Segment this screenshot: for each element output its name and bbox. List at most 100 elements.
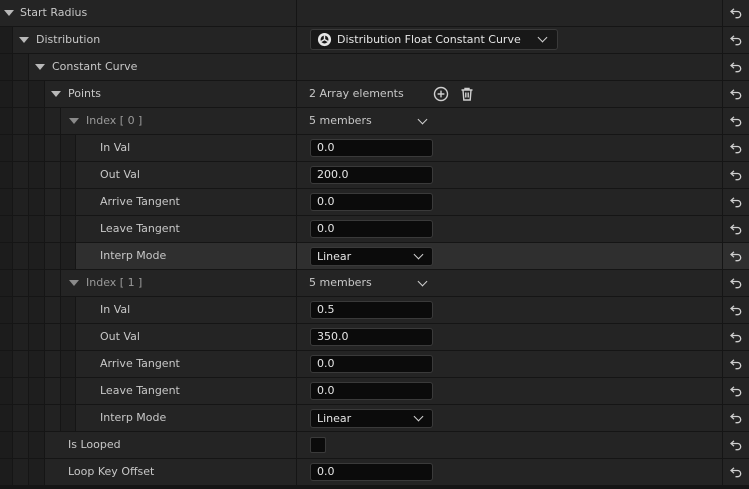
dropdown-value: Linear (317, 412, 352, 425)
indent-guide (13, 351, 28, 377)
property-value-cell: 0.0 (297, 351, 722, 377)
property-name-cell: Start Radius (0, 0, 296, 26)
expand-arrow-icon[interactable] (69, 118, 79, 124)
number-input[interactable]: 0.0 (310, 382, 433, 400)
indent-guide (13, 270, 28, 296)
add-element-icon[interactable] (433, 86, 449, 102)
distribution-class-dropdown[interactable]: Distribution Float Constant Curve (310, 29, 558, 50)
indent-guide (0, 459, 12, 485)
indent-guide (0, 81, 12, 107)
property-row-index-0-in-val[interactable]: In Val 0.0 (0, 135, 749, 161)
property-value-cell: 2 Array elements (297, 81, 722, 107)
indent-guide (0, 324, 12, 350)
property-row-index-0-interp-mode[interactable]: Interp Mode Linear (0, 243, 749, 269)
indent-guide (0, 108, 12, 134)
chevron-down-icon (413, 249, 424, 260)
indent-guide (61, 135, 75, 161)
reset-to-default-icon[interactable] (723, 459, 749, 485)
property-row-constant-curve[interactable]: Constant Curve (0, 54, 749, 80)
property-row-start-radius[interactable]: Start Radius (0, 0, 749, 26)
property-row-is-looped[interactable]: Is Looped (0, 432, 749, 458)
property-label: Interp Mode (100, 411, 167, 424)
reset-to-default-icon[interactable] (723, 243, 749, 269)
indent-guide (29, 162, 44, 188)
indent-guide (45, 135, 60, 161)
property-value-cell (297, 432, 722, 458)
property-value-cell: Linear (297, 243, 722, 269)
property-name-cell: In Val (76, 297, 296, 323)
reset-to-default-icon[interactable] (723, 297, 749, 323)
indent-guide (13, 216, 28, 242)
delete-all-icon[interactable] (459, 86, 475, 102)
number-input[interactable]: 350.0 (310, 328, 433, 346)
indent-guide (61, 216, 75, 242)
chevron-down-icon[interactable] (417, 114, 428, 125)
expand-arrow-icon[interactable] (19, 37, 29, 43)
is-looped-checkbox[interactable] (310, 437, 326, 453)
expand-arrow-icon[interactable] (35, 64, 45, 70)
reset-to-default-icon[interactable] (723, 378, 749, 404)
number-input[interactable]: 0.0 (310, 463, 433, 481)
interp-mode-dropdown[interactable]: Linear (310, 247, 433, 266)
property-row-index-1-leave-tangent[interactable]: Leave Tangent 0.0 (0, 378, 749, 404)
reset-to-default-icon[interactable] (723, 405, 749, 431)
reset-to-default-icon[interactable] (723, 27, 749, 53)
property-label: Loop Key Offset (68, 465, 155, 478)
reset-to-default-icon[interactable] (723, 54, 749, 80)
expand-arrow-icon[interactable] (4, 10, 14, 16)
indent-guide (45, 108, 60, 134)
property-row-index-0-leave-tangent[interactable]: Leave Tangent 0.0 (0, 216, 749, 242)
property-row-index-0-arrive-tangent[interactable]: Arrive Tangent 0.0 (0, 189, 749, 215)
expand-arrow-icon[interactable] (51, 91, 61, 97)
number-input[interactable]: 0.0 (310, 355, 433, 373)
indent-guide (61, 189, 75, 215)
expand-arrow-icon[interactable] (69, 280, 79, 286)
property-label: Arrive Tangent (100, 195, 180, 208)
reset-to-default-icon[interactable] (723, 189, 749, 215)
reset-to-default-icon[interactable] (723, 162, 749, 188)
property-name-cell: Index [ 0 ] (61, 108, 296, 134)
property-row-index-0-out-val[interactable]: Out Val 200.0 (0, 162, 749, 188)
number-input[interactable]: 0.5 (310, 301, 433, 319)
reset-to-default-icon[interactable] (723, 0, 749, 26)
number-input[interactable]: 0.0 (310, 139, 433, 157)
property-row-index-1[interactable]: Index [ 1 ] 5 members (0, 270, 749, 296)
property-row-index-1-arrive-tangent[interactable]: Arrive Tangent 0.0 (0, 351, 749, 377)
indent-guide (45, 351, 60, 377)
property-value-cell: 0.5 (297, 297, 722, 323)
number-input[interactable]: 200.0 (310, 166, 433, 184)
reset-to-default-icon[interactable] (723, 432, 749, 458)
reset-to-default-icon[interactable] (723, 81, 749, 107)
property-label: Start Radius (20, 6, 88, 19)
indent-guide (13, 81, 28, 107)
property-value-cell: Linear (297, 405, 722, 431)
property-row-points[interactable]: Points 2 Array elements (0, 81, 749, 107)
reset-to-default-icon[interactable] (723, 270, 749, 296)
property-row-index-1-out-val[interactable]: Out Val 350.0 (0, 324, 749, 350)
property-row-index-1-interp-mode[interactable]: Interp Mode Linear (0, 405, 749, 431)
interp-mode-dropdown[interactable]: Linear (310, 409, 433, 428)
number-input[interactable]: 0.0 (310, 193, 433, 211)
property-name-cell: Out Val (76, 162, 296, 188)
reset-to-default-icon[interactable] (723, 351, 749, 377)
property-name-cell: Arrive Tangent (76, 189, 296, 215)
indent-guide (13, 297, 28, 323)
indent-guide (13, 324, 28, 350)
chevron-down-icon[interactable] (417, 276, 428, 287)
reset-to-default-icon[interactable] (723, 108, 749, 134)
indent-guide (29, 324, 44, 350)
indent-guide (61, 351, 75, 377)
property-value-cell: 0.0 (297, 216, 722, 242)
reset-to-default-icon[interactable] (723, 216, 749, 242)
number-input[interactable]: 0.0 (310, 220, 433, 238)
property-value-cell: 350.0 (297, 324, 722, 350)
property-row-index-0[interactable]: Index [ 0 ] 5 members (0, 108, 749, 134)
indent-guide (61, 324, 75, 350)
indent-guide (29, 243, 44, 269)
property-row-index-1-in-val[interactable]: In Val 0.5 (0, 297, 749, 323)
property-row-distribution[interactable]: Distribution Distribution Float Constant … (0, 27, 749, 53)
property-label: In Val (100, 303, 131, 316)
property-row-loop-key-offset[interactable]: Loop Key Offset 0.0 (0, 459, 749, 485)
reset-to-default-icon[interactable] (723, 324, 749, 350)
reset-to-default-icon[interactable] (723, 135, 749, 161)
